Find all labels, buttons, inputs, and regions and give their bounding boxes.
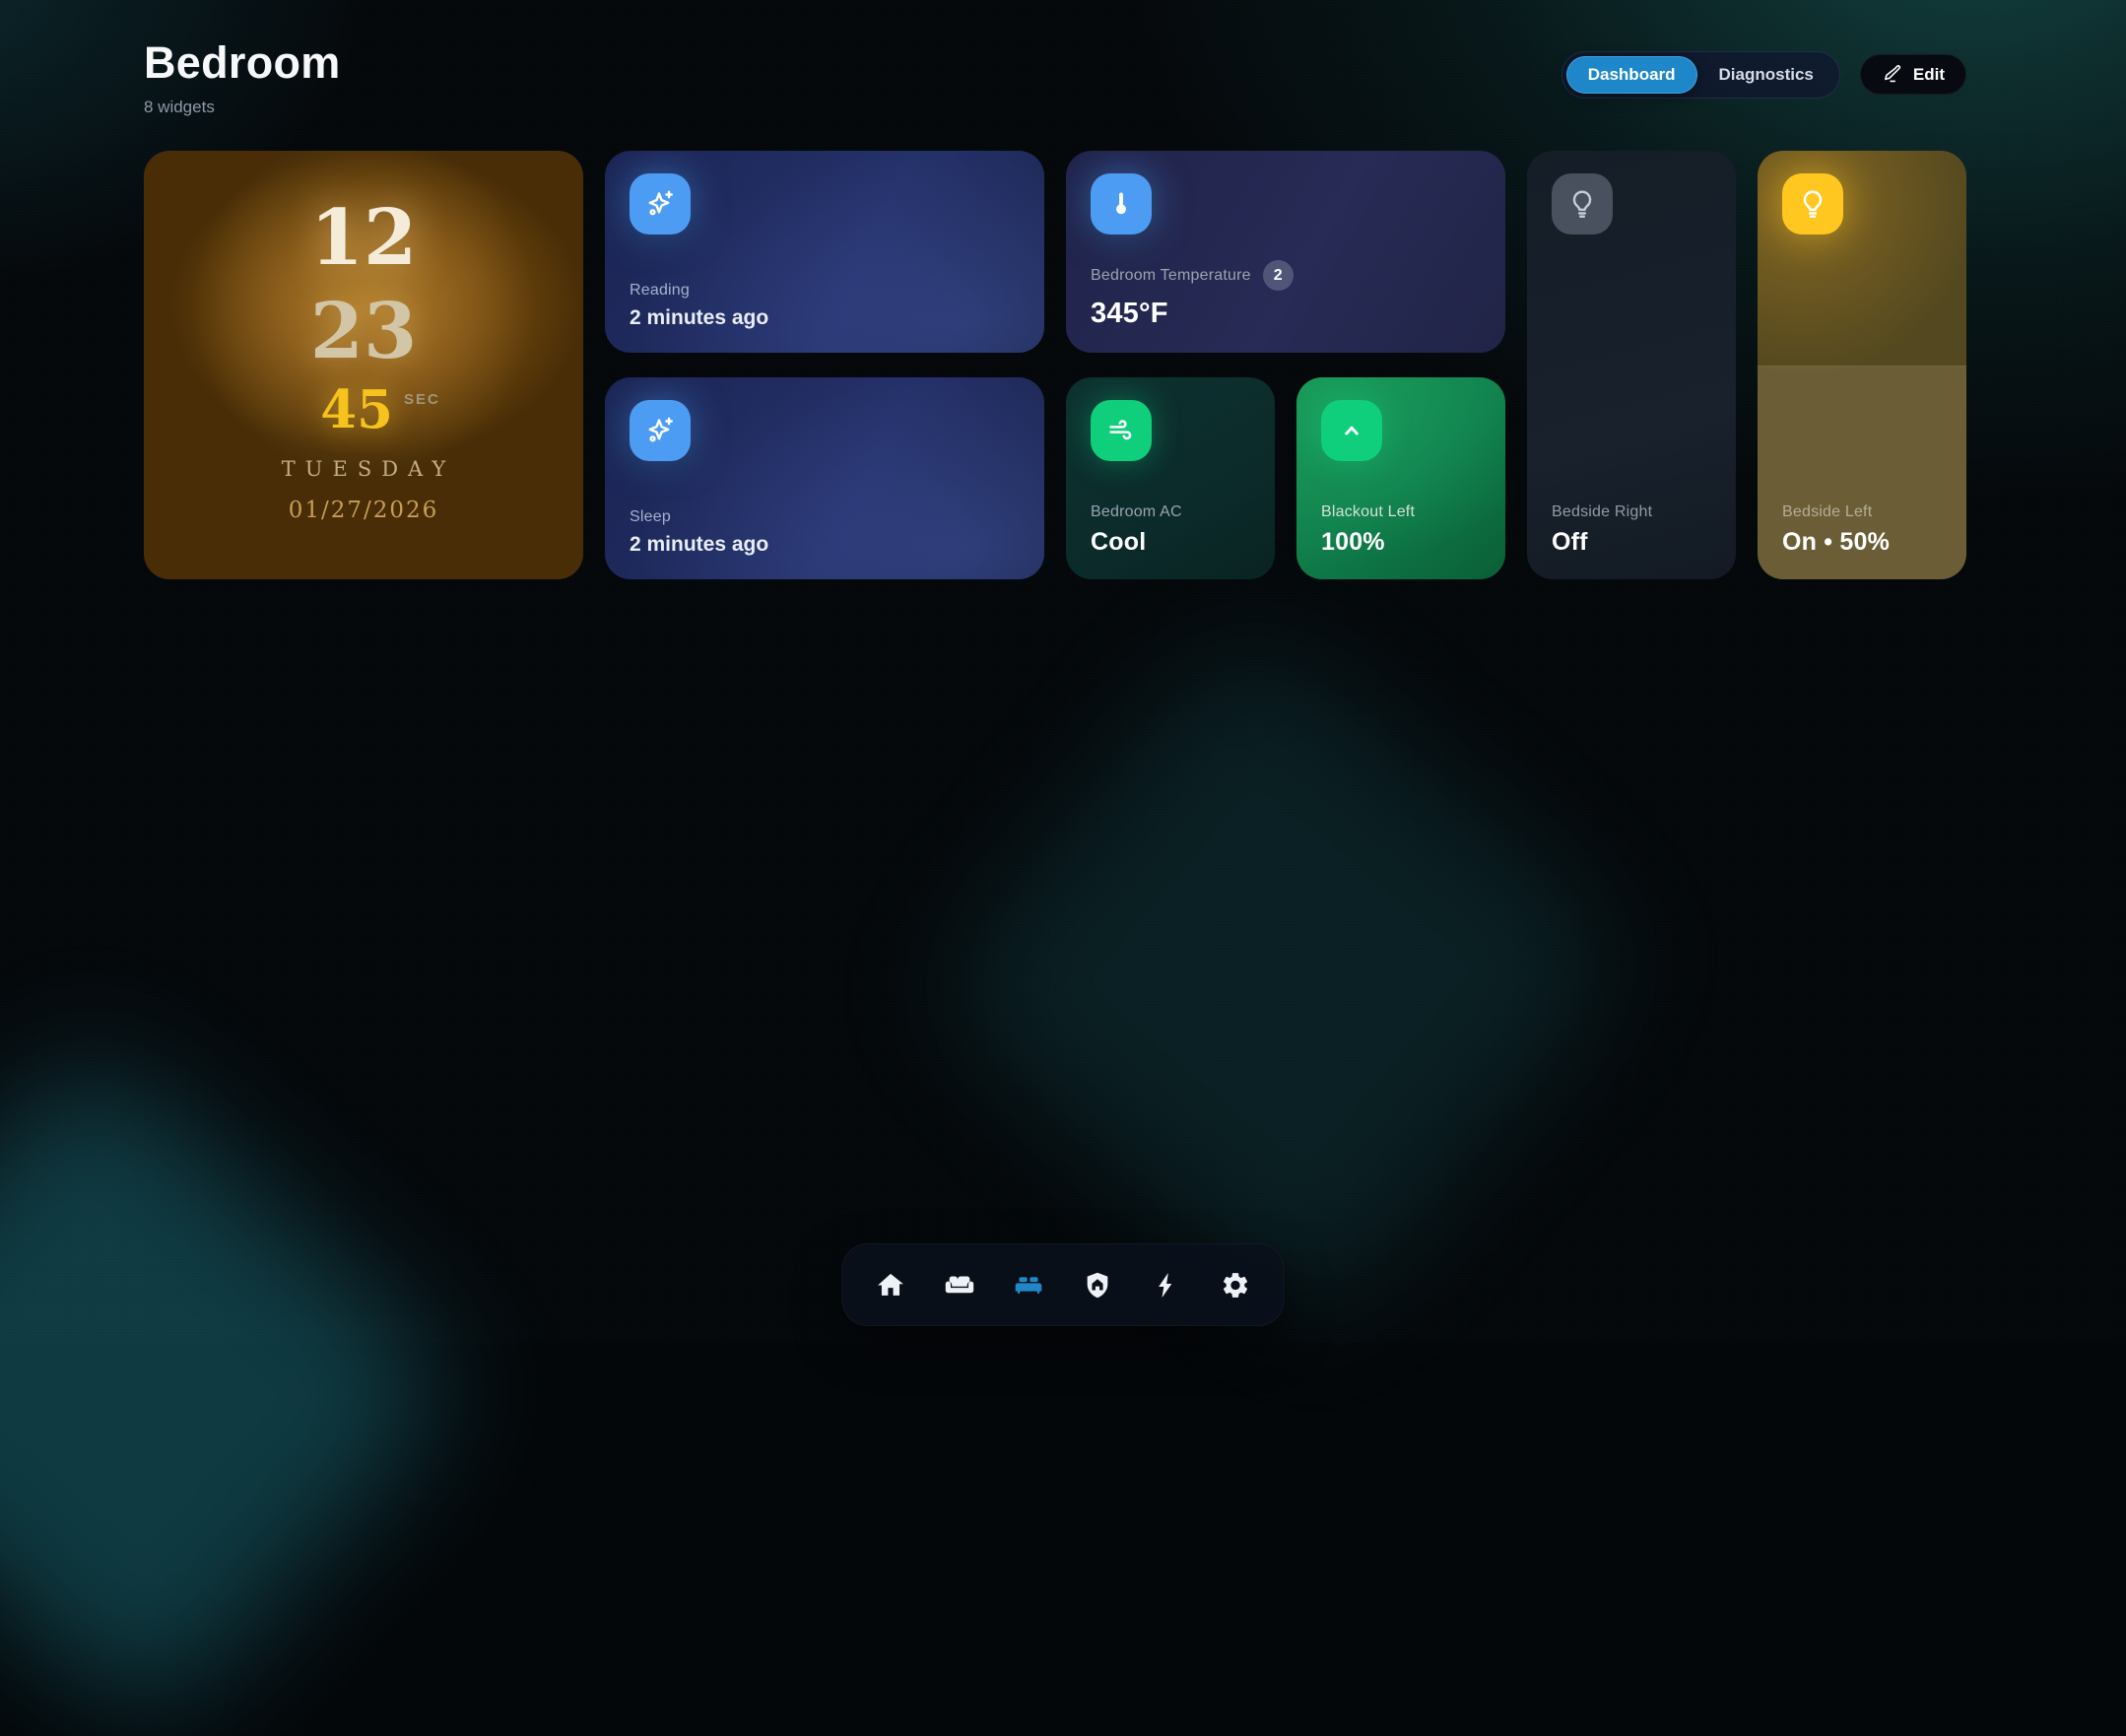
header-controls: Dashboard Diagnostics Edit [1561,51,1966,99]
bottom-nav [842,1243,1285,1326]
gear-icon [1221,1270,1251,1301]
widget-label: Blackout Left [1321,503,1481,521]
clock-widget[interactable]: 12 23 45 SEC TUESDAY 01/27/2026 [144,151,583,579]
clock-second: 45 [320,389,393,431]
widget-count: 8 widgets [144,98,341,117]
scene-icon-tile [630,173,691,234]
ac-icon-tile [1091,400,1152,461]
tab-dashboard[interactable]: Dashboard [1566,56,1697,94]
page-title: Bedroom [144,37,341,89]
cover-icon-tile [1321,400,1382,461]
sparkles-icon [643,414,677,447]
thermometer-icon [1105,188,1137,220]
temperature-icon-tile [1091,173,1152,234]
widget-label: Bedroom AC [1091,503,1250,521]
bolt-icon [1152,1270,1182,1301]
chevron-up-icon [1337,416,1366,445]
temperature-label-row: Bedroom Temperature 2 [1091,260,1481,291]
tab-diagnostics[interactable]: Diagnostics [1697,56,1835,94]
edit-button-label: Edit [1913,65,1945,85]
nav-item-settings[interactable] [1221,1270,1251,1301]
home-icon [876,1270,906,1301]
widget-status: 2 minutes ago [630,533,1020,557]
clock-hour: 12 [310,207,418,270]
bedside-left-widget[interactable]: Bedside Left On • 50% [1758,151,1966,579]
clock-weekday: TUESDAY [272,457,455,481]
light-state-value: On • 50% [1782,528,1942,557]
bed-icon [1014,1270,1044,1301]
shield-home-icon [1083,1270,1113,1301]
cover-position-value: 100% [1321,528,1481,557]
widget-label: Bedside Left [1782,503,1942,521]
widget-label: Sleep [630,508,1020,526]
pencil-icon [1882,64,1902,85]
sleep-scene-widget[interactable]: Sleep 2 minutes ago [605,377,1044,579]
scene-icon-tile [630,400,691,461]
bedroom-temperature-widget[interactable]: Bedroom Temperature 2 345°F [1066,151,1505,353]
widget-label: Bedroom Temperature [1091,267,1251,285]
widget-label: Reading [630,282,1020,300]
edit-button[interactable]: Edit [1860,54,1966,95]
blackout-left-widget[interactable]: Blackout Left 100% [1296,377,1505,579]
light-icon-tile [1782,173,1843,234]
nav-item-security[interactable] [1083,1270,1113,1301]
temperature-value: 345°F [1091,298,1481,330]
bedroom-ac-widget[interactable]: Bedroom AC Cool [1066,377,1275,579]
lightbulb-icon [1796,187,1829,221]
light-icon-tile [1552,173,1613,234]
nav-item-energy[interactable] [1152,1270,1182,1301]
title-block: Bedroom 8 widgets [144,37,341,117]
nav-item-living-room[interactable] [945,1270,975,1301]
light-state-value: Off [1552,528,1711,557]
widget-grid: 12 23 45 SEC TUESDAY 01/27/2026 Reading … [144,151,1966,579]
view-toggle: Dashboard Diagnostics [1561,51,1840,99]
nav-item-home[interactable] [876,1270,906,1301]
lightbulb-icon [1565,187,1599,221]
clock-seconds-row: 45 SEC [320,389,440,431]
wind-icon [1105,415,1137,446]
entity-count-badge: 2 [1263,260,1294,291]
bedside-right-widget[interactable]: Bedside Right Off [1527,151,1736,579]
ac-mode-value: Cool [1091,528,1250,557]
widget-status: 2 minutes ago [630,306,1020,330]
clock-date: 01/27/2026 [289,498,439,523]
sparkles-icon [643,187,677,221]
clock-minute: 23 [310,300,418,364]
widget-label: Bedside Right [1552,503,1711,521]
header: Bedroom 8 widgets Dashboard Diagnostics … [144,37,1966,117]
nav-item-bedroom[interactable] [1014,1270,1044,1301]
clock-second-unit: SEC [404,391,440,408]
sofa-icon [945,1270,975,1301]
reading-scene-widget[interactable]: Reading 2 minutes ago [605,151,1044,353]
